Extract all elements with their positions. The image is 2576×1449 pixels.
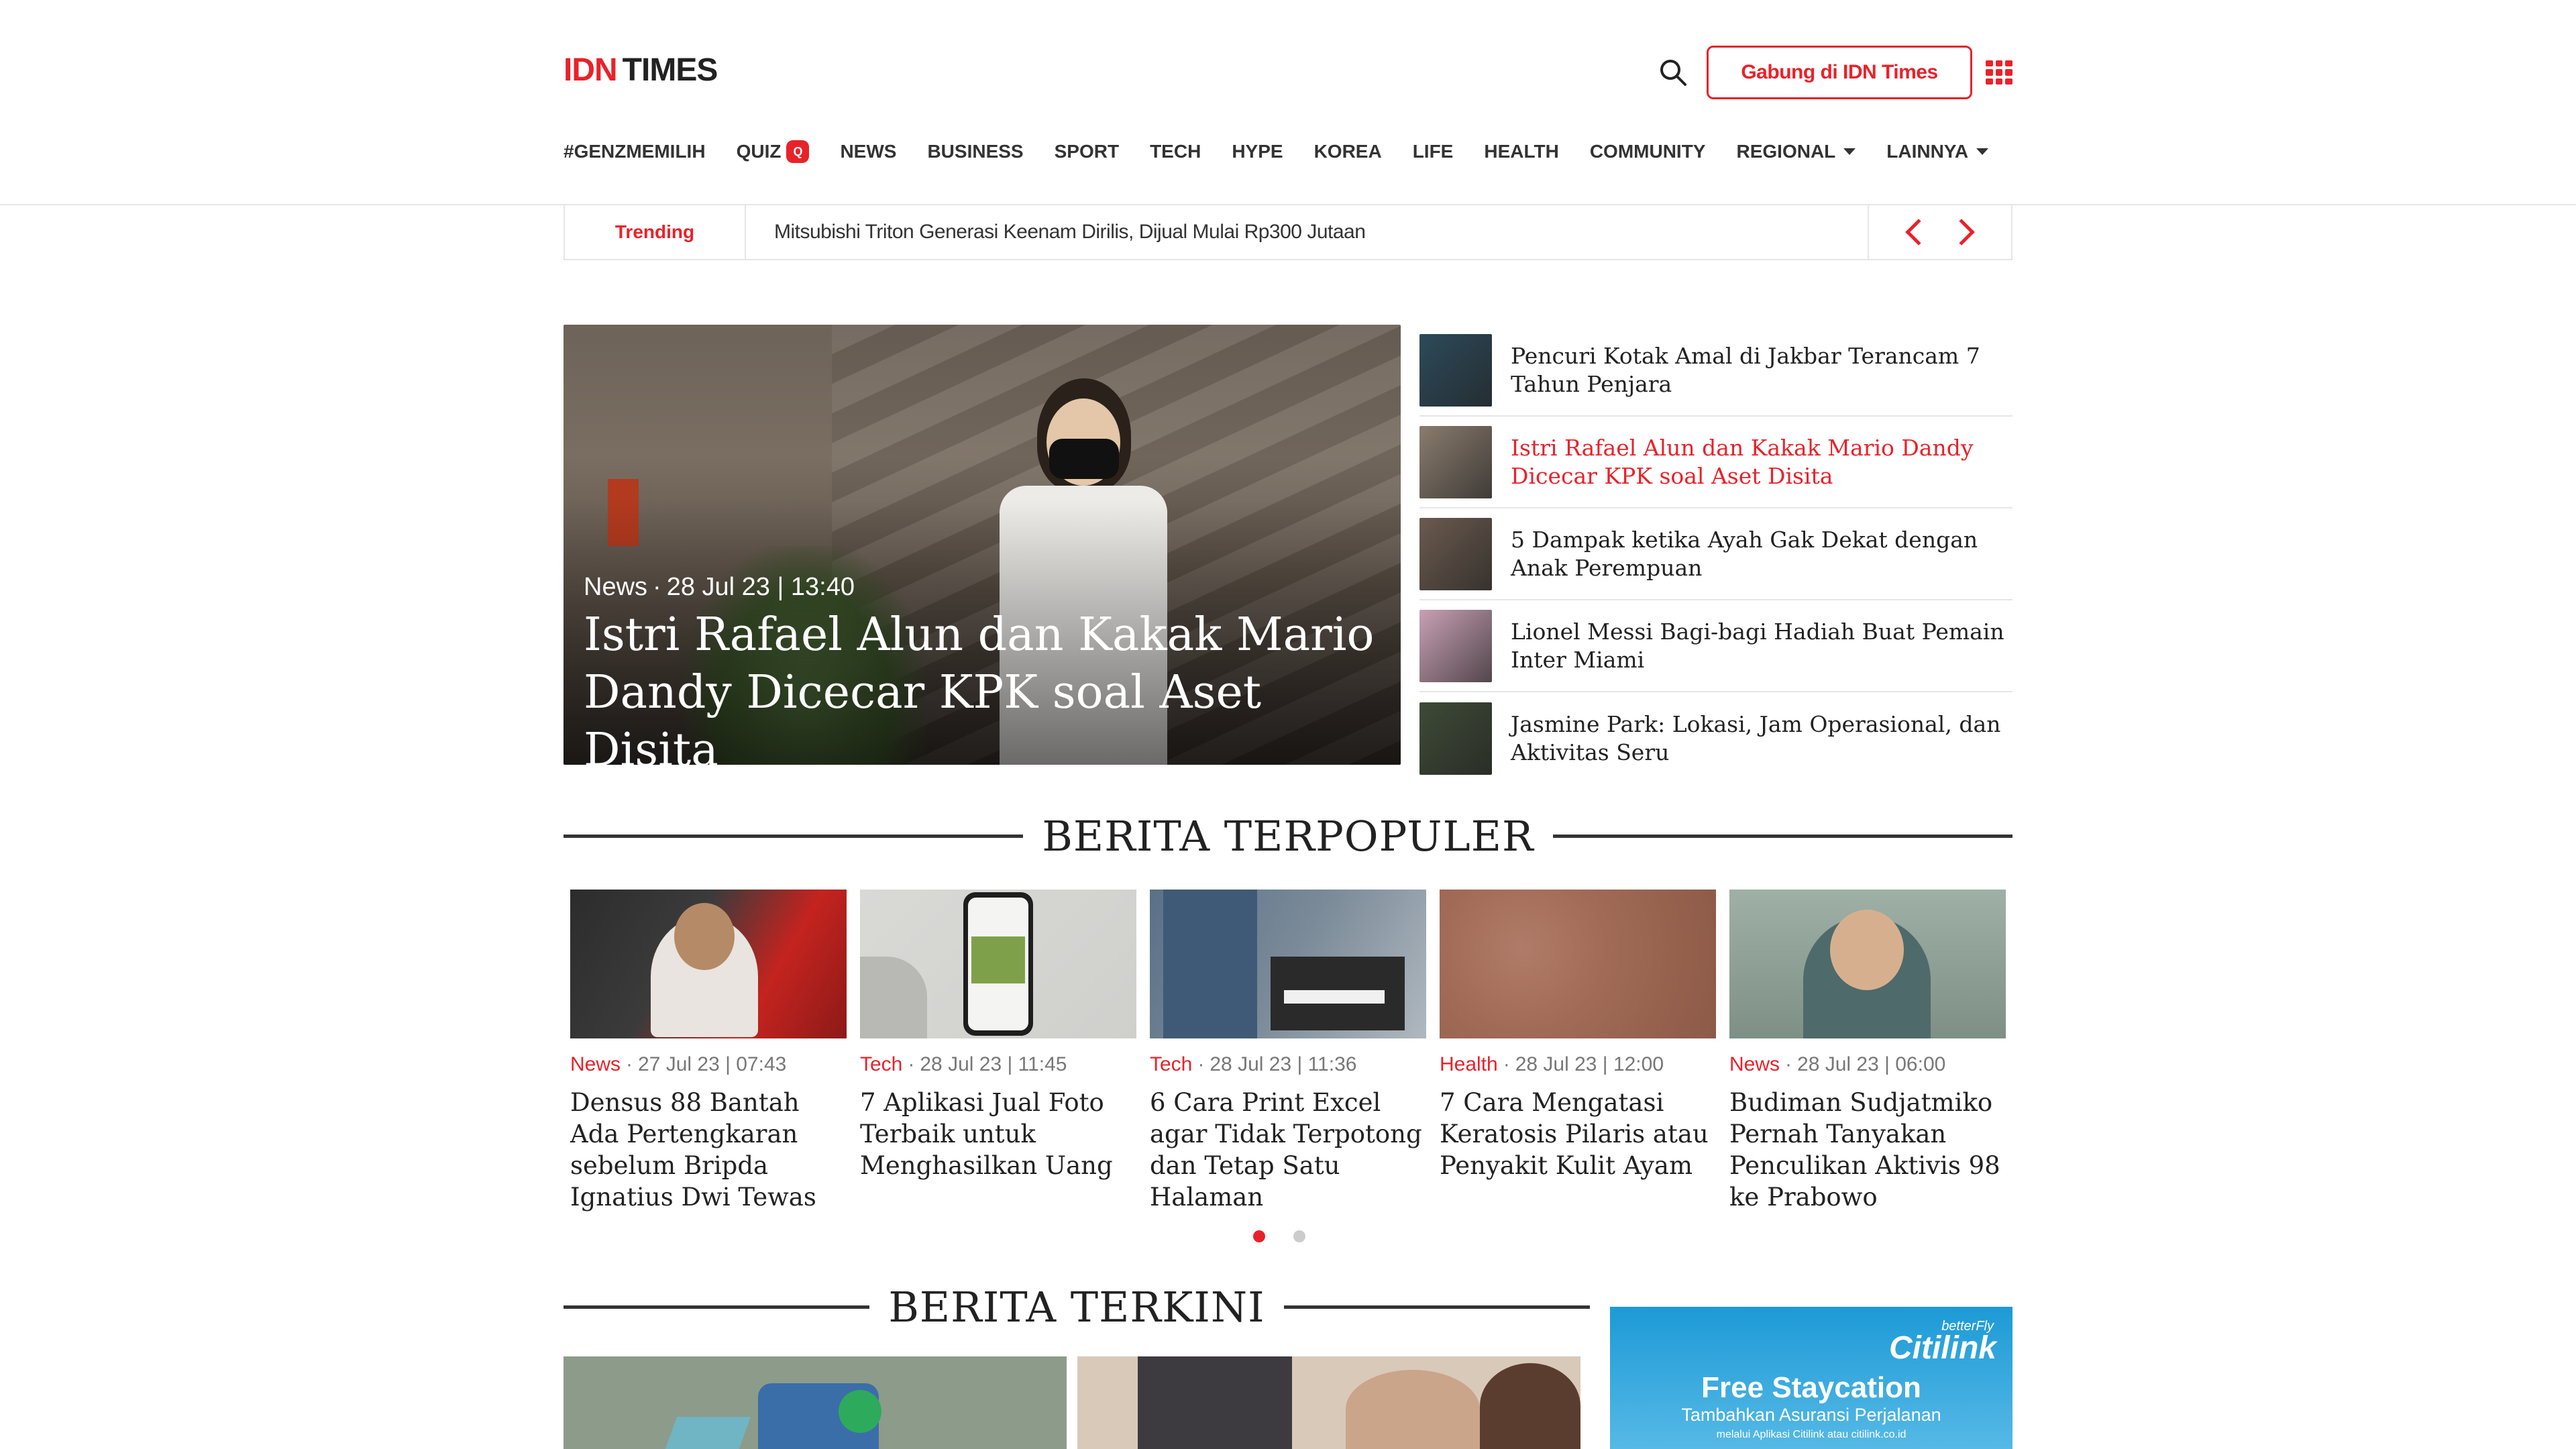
nav-community[interactable]: COMMUNITY <box>1590 141 1706 162</box>
popular-card-date: 27 Jul 23 | 07:43 <box>638 1053 787 1075</box>
popular-card-date: 28 Jul 23 | 12:00 <box>1515 1053 1664 1075</box>
popular-card-title: Densus 88 Bantah Ada Pertengkaran sebelu… <box>570 1088 816 1212</box>
popular-card[interactable]: Tech · 28 Jul 23 | 11:45 7 Aplikasi Jual F… <box>860 890 1136 1213</box>
nav-quiz[interactable]: QUIZ Q <box>737 140 810 163</box>
carousel-dot[interactable] <box>1293 1230 1305 1242</box>
headline-item[interactable]: Jasmine Park: Lokasi, Jam Operasional, d… <box>1419 692 2012 784</box>
nav-regional[interactable]: REGIONAL <box>1736 141 1856 162</box>
popular-card-category[interactable]: Health <box>1440 1053 1498 1075</box>
nav-tech[interactable]: TECH <box>1150 141 1201 162</box>
popular-card-title: 7 Cara Mengatasi Keratosis Pilaris atau … <box>1440 1088 1709 1180</box>
hero-date: 28 Jul 23 | 13:40 <box>666 573 855 601</box>
nav-life[interactable]: LIFE <box>1413 141 1454 162</box>
headline-item[interactable]: Pencuri Kotak Amal di Jakbar Terancam 7 … <box>1419 325 2012 417</box>
ad-subheadline: Tambahkan Asuransi Perjalanan <box>1681 1405 1941 1425</box>
trending-bar: Trending Mitsubishi Triton Generasi Keen… <box>564 205 2012 260</box>
logo-idn: IDN <box>564 52 618 88</box>
popular-card-date: 28 Jul 23 | 11:45 <box>920 1053 1067 1075</box>
hero-article[interactable]: News · 28 Jul 23 | 13:40 Istri Rafael Alun… <box>564 325 1401 765</box>
nav-health[interactable]: HEALTH <box>1484 141 1558 162</box>
popular-card-category[interactable]: Tech <box>1150 1053 1192 1075</box>
join-button[interactable]: Gabung di IDN Times <box>1707 46 1972 99</box>
chevron-right-icon[interactable] <box>1948 219 1975 246</box>
trending-headline[interactable]: Mitsubishi Triton Generasi Keenam Dirili… <box>746 221 1868 244</box>
popular-card-image <box>570 890 847 1038</box>
headline-thumbnail <box>1419 517 1492 590</box>
popular-card[interactable]: News · 27 Jul 23 | 07:43 Densus 88 Bantah … <box>570 890 847 1213</box>
headline-thumbnail <box>1419 702 1492 775</box>
headline-list: Pencuri Kotak Amal di Jakbar Terancam 7 … <box>1419 325 2012 784</box>
hero-meta: News · 28 Jul 23 | 13:40 <box>584 573 855 601</box>
popular-card[interactable]: Tech · 28 Jul 23 | 11:36 6 Cara Print Exce… <box>1150 890 1426 1213</box>
chevron-left-icon[interactable] <box>1905 219 1932 246</box>
apps-grid-icon[interactable] <box>1986 60 2012 85</box>
headline-item[interactable]: Istri Rafael Alun dan Kakak Mario Dandy … <box>1419 417 2012 508</box>
headline-title: Pencuri Kotak Amal di Jakbar Terancam 7 … <box>1511 342 1980 397</box>
quiz-badge-icon: Q <box>786 140 810 163</box>
section-heading-latest: BERITA TERKINI <box>564 1280 1591 1334</box>
hero-title[interactable]: Istri Rafael Alun dan Kakak Mario Dandy … <box>584 606 1375 765</box>
headline-title: Jasmine Park: Lokasi, Jam Operasional, d… <box>1511 710 2001 765</box>
idn-times-logo[interactable]: IDN TIMES <box>564 52 718 88</box>
section-title-popular: BERITA TERPOPULER <box>1042 811 1534 861</box>
section-title-latest: BERITA TERKINI <box>888 1282 1265 1332</box>
nav-genzmemilih[interactable]: #GENZMEMILIH <box>564 141 706 162</box>
section-heading-popular: BERITA TERPOPULER <box>564 809 2012 863</box>
nav-business[interactable]: BUSINESS <box>927 141 1023 162</box>
trending-controls <box>1868 205 2011 259</box>
headline-thumbnail <box>1419 333 1492 407</box>
popular-card-image <box>860 890 1136 1038</box>
nav-lainnya[interactable]: LAINNYA <box>1886 141 1989 162</box>
popular-card-title: Budiman Sudjatmiko Pernah Tanyakan Pencu… <box>1729 1088 2000 1212</box>
popular-card-title: 7 Aplikasi Jual Foto Terbaik untuk Mengh… <box>860 1088 1113 1180</box>
popular-card-image <box>1440 890 1716 1038</box>
headline-item[interactable]: 5 Dampak ketika Ayah Gak Dekat dengan An… <box>1419 508 2012 600</box>
ad-note: melalui Aplikasi Citilink atau citilink.… <box>1716 1429 1907 1440</box>
latest-card-image[interactable] <box>1077 1356 1580 1449</box>
popular-card-date: 28 Jul 23 | 11:36 <box>1210 1053 1357 1075</box>
popular-card[interactable]: Health · 28 Jul 23 | 12:00 7 Cara Mengatas… <box>1440 890 1716 1213</box>
headline-item[interactable]: Lionel Messi Bagi-bagi Hadiah Buat Pemai… <box>1419 600 2012 692</box>
popular-card-image <box>1729 890 2006 1038</box>
popular-carousel: News · 27 Jul 23 | 07:43 Densus 88 Bantah … <box>570 890 2006 1213</box>
nav-sport[interactable]: SPORT <box>1055 141 1119 162</box>
headline-title: 5 Dampak ketika Ayah Gak Dekat dengan An… <box>1511 526 1978 581</box>
nav-korea[interactable]: KOREA <box>1314 141 1382 162</box>
latest-card-image[interactable] <box>564 1356 1067 1449</box>
popular-card-date: 28 Jul 23 | 06:00 <box>1797 1053 1946 1075</box>
trending-label: Trending <box>565 205 746 259</box>
popular-card-title: 6 Cara Print Excel agar Tidak Terpotong … <box>1150 1088 1422 1212</box>
headline-thumbnail <box>1419 609 1492 682</box>
ad-headline: Free Staycation <box>1701 1371 1921 1404</box>
logo-times: TIMES <box>622 52 718 88</box>
citilink-ad-banner[interactable]: betterFly Citilink Free Staycation Tamba… <box>1610 1307 2012 1449</box>
carousel-pagination <box>1253 1230 1305 1242</box>
site-header: IDN TIMES Gabung di IDN Times #GENZMEMIL… <box>0 0 2576 205</box>
headline-title: Istri Rafael Alun dan Kakak Mario Dandy … <box>1511 434 1974 489</box>
popular-card-image <box>1150 890 1426 1038</box>
carousel-dot-active[interactable] <box>1253 1230 1265 1242</box>
nav-news[interactable]: NEWS <box>840 141 896 162</box>
hero-category[interactable]: News <box>584 573 647 601</box>
headline-thumbnail <box>1419 425 1492 498</box>
nav-hype[interactable]: HYPE <box>1232 141 1283 162</box>
popular-card-category[interactable]: Tech <box>860 1053 902 1075</box>
caret-down-icon <box>1976 148 1989 155</box>
ad-brand: Citilink <box>1888 1330 1996 1366</box>
caret-down-icon <box>1843 148 1856 155</box>
headline-title: Lionel Messi Bagi-bagi Hadiah Buat Pemai… <box>1511 618 2004 673</box>
popular-card-category[interactable]: News <box>1729 1053 1780 1075</box>
popular-card-category[interactable]: News <box>570 1053 621 1075</box>
popular-card[interactable]: News · 28 Jul 23 | 06:00 Budiman Sudjatmik… <box>1729 890 2006 1213</box>
main-nav: #GENZMEMILIH QUIZ Q NEWS BUSINESS SPORT T… <box>564 134 2019 169</box>
search-icon[interactable] <box>1657 56 1689 89</box>
